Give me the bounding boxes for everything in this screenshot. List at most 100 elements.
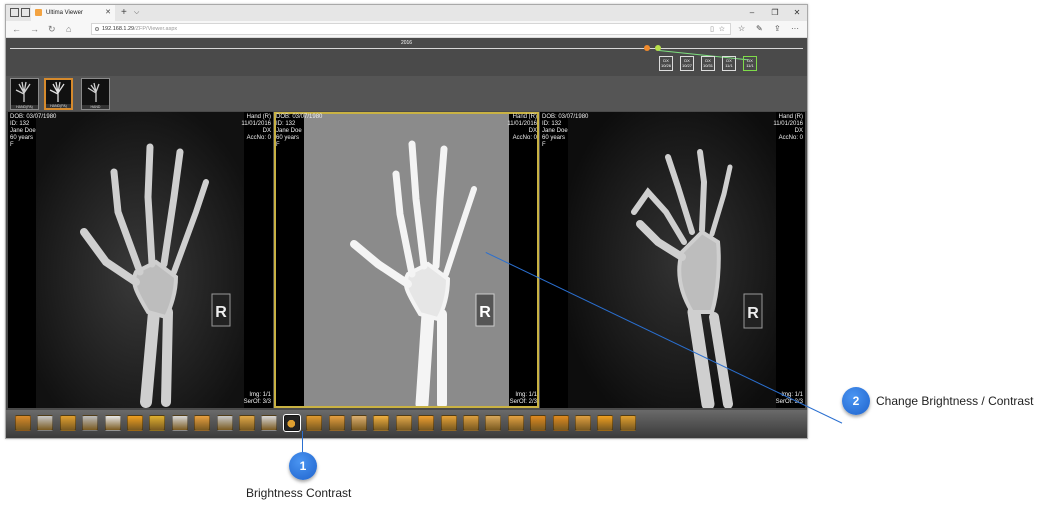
series-viewport-1[interactable]: R DOB: 03/07/1980 ID: 132 Jane Doe 60 ye… (8, 112, 273, 408)
browser-tab[interactable]: Ultima Viewer ✕ (31, 5, 115, 21)
overlay-body-part: Hand (R) (778, 114, 803, 120)
callout-2-badge: 2 (842, 387, 870, 415)
thumbnail-label: HAND(PA) (46, 104, 71, 108)
study-date: 10/26 (660, 63, 671, 68)
tab-menu-icon[interactable]: ⌵ (134, 5, 139, 21)
overlay-modality: DX (262, 128, 271, 134)
image-overlay: Img: 1/1 SerOf: 3/3 (244, 392, 271, 406)
document-icon[interactable] (104, 415, 121, 431)
link-icon[interactable] (418, 415, 435, 431)
forward-icon[interactable]: → (30, 21, 39, 37)
study-chip[interactable]: DX 10/26 (659, 56, 673, 71)
url-host: 192.168.1.29 (102, 26, 135, 32)
overlay-name: Jane Doe (542, 128, 568, 134)
prev-icon[interactable] (530, 415, 547, 431)
url-path: /ZFP/Viewer.aspx (134, 26, 178, 32)
viewer-area: 2016 DX 10/26 DX 10/27 DX 10/31 DX 11/1 DX 11… (6, 38, 807, 438)
overlay-id: ID: 132 (542, 121, 562, 127)
tab-aside-icon[interactable] (21, 8, 30, 17)
browser-window: Ultima Viewer ✕ + ⌵ – ❐ ✕ ← → ↻ ⌂ 192.16… (5, 4, 808, 439)
share-icon[interactable]: ⇪ (774, 21, 781, 37)
pan-icon[interactable] (194, 415, 211, 431)
hand-xray-thumb (87, 82, 100, 102)
patient-overlay: DOB: 03/07/1980 ID: 132 Jane Doe 60 year… (276, 114, 322, 149)
callout-1-label: Brightness Contrast (246, 486, 352, 500)
image-overlay: Img: 1/1 SerOf: 2/3 (510, 392, 537, 406)
series-thumbnail[interactable]: HAND(PA) (10, 78, 39, 110)
flip-icon[interactable] (239, 415, 255, 431)
overlay-body-part: Hand (R) (512, 114, 537, 120)
study-chip[interactable]: DX 11/1 (722, 56, 736, 71)
overlay-id: ID: 132 (10, 121, 30, 127)
callout-1-badge: 1 (289, 452, 317, 480)
patient-icon[interactable] (37, 415, 54, 431)
cine-icon[interactable] (82, 415, 99, 431)
xray-image: R (36, 112, 244, 408)
home-icon[interactable]: ⌂ (66, 21, 71, 37)
svg-text:R: R (479, 304, 491, 321)
overlay-modality: DX (528, 128, 537, 134)
layout-icon[interactable] (59, 415, 76, 431)
info-icon[interactable] (597, 415, 614, 431)
note-icon[interactable] (373, 415, 390, 431)
maximize-icon[interactable]: ❐ (768, 5, 782, 21)
overlay-sex: F (10, 142, 14, 148)
new-tab-icon[interactable]: + (121, 5, 127, 21)
overlay-accno: AccNo: 0 (512, 135, 537, 141)
overlay-dob: DOB: 03/07/1980 (542, 114, 589, 120)
site-info-icon[interactable] (95, 27, 99, 31)
reset-icon[interactable] (575, 415, 591, 431)
series-icon[interactable] (507, 415, 524, 431)
settings-icon[interactable] (15, 415, 31, 431)
overlay-date: 11/01/2016 (773, 121, 803, 127)
more-icon[interactable]: ··· (791, 21, 799, 37)
timeline-marker[interactable] (644, 45, 650, 51)
window-icon[interactable] (216, 415, 233, 431)
series-thumbnail[interactable]: HAND (81, 78, 110, 110)
overlay-sex: F (276, 142, 280, 148)
back-icon[interactable]: ← (12, 21, 21, 37)
favorites-hub-icon[interactable]: ☆ (738, 21, 745, 37)
annotate-icon[interactable] (351, 415, 367, 431)
brightness-contrast-icon[interactable] (282, 414, 301, 432)
export-icon[interactable] (149, 415, 166, 431)
study-chip-selected[interactable]: DX 11/1 (743, 56, 757, 71)
compare-icon[interactable] (485, 415, 502, 431)
next-icon[interactable] (552, 415, 569, 431)
tab-preview-icon[interactable] (10, 8, 19, 17)
angle-icon[interactable] (328, 415, 345, 431)
save-icon[interactable] (127, 415, 143, 431)
cursor-icon[interactable] (395, 415, 412, 431)
site-favicon-icon (35, 9, 42, 16)
study-chip[interactable]: DX 10/31 (701, 56, 715, 71)
close-window-icon[interactable]: ✕ (790, 5, 804, 21)
grid-1-icon[interactable] (440, 415, 457, 431)
series-viewport-3[interactable]: R DOB: 03/07/1980 ID: 132 Jane Doe 60 ye… (540, 112, 805, 408)
help-icon[interactable] (619, 415, 636, 431)
url-field[interactable]: 192.168.1.29/ZFP/Viewer.aspx ▯ ☆ (91, 23, 731, 35)
favorite-star-icon[interactable]: ☆ (719, 24, 725, 35)
rotate-icon[interactable] (261, 415, 278, 431)
refresh-icon[interactable]: ↻ (48, 21, 56, 37)
thumbnail-strip: HAND(PA) HAND(PA) HAND (6, 76, 807, 111)
patient-overlay: DOB: 03/07/1980 ID: 132 Jane Doe 60 year… (542, 114, 588, 149)
overlay-name: Jane Doe (276, 128, 302, 134)
series-viewport-2[interactable]: R DOB: 03/07/1980 ID: 132 Jane Doe 60 ye… (274, 112, 539, 408)
reading-view-icon[interactable]: ▯ (710, 24, 714, 35)
series-thumbnail-selected[interactable]: HAND(PA) (44, 78, 73, 110)
overlay-id: ID: 132 (276, 121, 296, 127)
pen-icon[interactable]: ✎ (756, 21, 763, 37)
minimize-icon[interactable]: – (745, 5, 759, 21)
zoom-icon[interactable] (171, 415, 188, 431)
svg-text:R: R (215, 304, 227, 321)
study-chip[interactable]: DX 10/27 (680, 56, 694, 71)
timeline-year: 2016 (400, 40, 413, 46)
overlay-date: 11/01/2016 (507, 121, 537, 127)
grid-4-icon[interactable] (463, 415, 479, 431)
overlay-dob: DOB: 03/07/1980 (276, 114, 323, 120)
tab-close-icon[interactable]: ✕ (105, 5, 111, 21)
overlay-body-part: Hand (R) (246, 114, 271, 120)
address-bar: ← → ↻ ⌂ 192.168.1.29/ZFP/Viewer.aspx ▯ ☆… (6, 21, 807, 38)
measure-icon[interactable] (306, 415, 323, 431)
xray-image-brightened: R (304, 114, 509, 406)
